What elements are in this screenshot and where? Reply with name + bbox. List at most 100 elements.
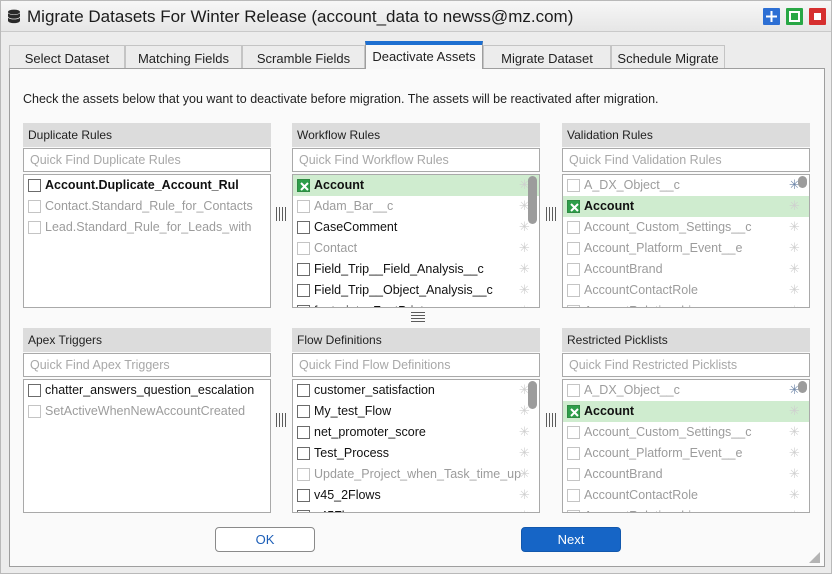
- list-item[interactable]: Account ✳: [563, 401, 809, 422]
- list-item[interactable]: AccountContactRole ✳: [563, 485, 809, 506]
- tab-scramble-fields[interactable]: Scramble Fields: [242, 45, 365, 70]
- resize-grip-icon[interactable]: [276, 207, 286, 221]
- scrollbar-thumb[interactable]: [528, 176, 537, 224]
- list-item[interactable]: customer_satisfaction ✳: [293, 380, 539, 401]
- scrollbar-thumb[interactable]: [798, 176, 807, 188]
- list-item[interactable]: Account_Platform_Event__e ✳: [563, 238, 809, 259]
- checkbox[interactable]: [297, 489, 310, 502]
- item-label: AccountBrand: [584, 262, 663, 276]
- list-item[interactable]: CaseComment ✳: [293, 217, 539, 238]
- item-label: Account: [584, 199, 634, 213]
- vertical-scrollbar[interactable]: [526, 176, 538, 306]
- list-item[interactable]: Field_Trip__Object_Analysis__c ✳: [293, 280, 539, 301]
- checkbox[interactable]: [297, 447, 310, 460]
- list-item[interactable]: Field_Trip__Field_Analysis__c ✳: [293, 259, 539, 280]
- list-item[interactable]: Account ✳: [293, 175, 539, 196]
- item-label: AccountContactRole: [584, 283, 698, 297]
- apex-triggers-search-input[interactable]: Quick Find Apex Triggers: [23, 353, 271, 377]
- list-item[interactable]: net_promoter_score ✳: [293, 422, 539, 443]
- resize-grip-icon[interactable]: [276, 413, 286, 427]
- workflow-rules-search-input[interactable]: Quick Find Workflow Rules: [292, 148, 540, 172]
- list-item[interactable]: A_DX_Object__c ✳: [563, 175, 809, 196]
- tab-schedule-migrate[interactable]: Schedule Migrate: [611, 45, 725, 70]
- resize-grip-icon[interactable]: [546, 207, 556, 221]
- tab-select-dataset[interactable]: Select Dataset: [9, 45, 125, 70]
- item-label: Account_Custom_Settings__c: [584, 220, 752, 234]
- list-item[interactable]: Contact.Standard_Rule_for_Contacts: [24, 196, 270, 217]
- vertical-scrollbar[interactable]: [796, 176, 808, 306]
- tab-label: Schedule Migrate: [617, 51, 719, 66]
- list-item[interactable]: v45Flow✳: [293, 506, 539, 512]
- list-item[interactable]: AccountRelationship✳: [563, 301, 809, 307]
- list-item[interactable]: SetActiveWhenNewAccountCreated: [24, 401, 270, 422]
- checkbox: [567, 179, 580, 192]
- checkbox[interactable]: [28, 179, 41, 192]
- flow-definitions-search-input[interactable]: Quick Find Flow Definitions: [292, 353, 540, 377]
- scrollbar-thumb[interactable]: [798, 381, 807, 393]
- flow-definitions-list: customer_satisfaction ✳ My_test_Flow ✳ net_p…: [292, 379, 540, 513]
- checkbox: [297, 468, 310, 481]
- list-item[interactable]: Contact ✳: [293, 238, 539, 259]
- list-item[interactable]: My_test_Flow ✳: [293, 401, 539, 422]
- vertical-scrollbar[interactable]: [526, 381, 538, 511]
- row-resize-grip-icon[interactable]: [411, 312, 425, 322]
- checkbox[interactable]: [297, 305, 310, 307]
- list-item[interactable]: Account ✳: [563, 196, 809, 217]
- tab-label: Scramble Fields: [256, 51, 351, 66]
- workflow-rules-list: Account ✳ Adam_Bar__c ✳ CaseComment ✳ Contact ✳…: [292, 174, 540, 308]
- list-item[interactable]: Test_Process ✳: [293, 443, 539, 464]
- checked-checkbox[interactable]: [567, 405, 580, 418]
- checkbox[interactable]: [297, 384, 310, 397]
- apex-triggers-panel: Apex Triggers Quick Find Apex Triggers cha…: [23, 328, 271, 513]
- list-item[interactable]: Account_Platform_Event__e ✳: [563, 443, 809, 464]
- close-button[interactable]: [809, 8, 826, 25]
- checked-checkbox[interactable]: [567, 200, 580, 213]
- item-label: Adam_Bar__c: [314, 199, 394, 213]
- scrollbar-thumb[interactable]: [528, 381, 537, 409]
- list-item[interactable]: v45_2Flows ✳: [293, 485, 539, 506]
- title-bar[interactable]: Migrate Datasets For Winter Release (acc…: [1, 1, 831, 32]
- tab-deactivate-assets[interactable]: Deactivate Assets: [365, 41, 483, 69]
- checkbox[interactable]: [297, 284, 310, 297]
- list-item[interactable]: Account_Custom_Settings__c ✳: [563, 217, 809, 238]
- tab-label: Matching Fields: [137, 51, 230, 66]
- list-item[interactable]: chatter_answers_question_escalation: [24, 380, 270, 401]
- item-label: CaseComment: [314, 220, 398, 234]
- checkbox[interactable]: [28, 384, 41, 397]
- list-item[interactable]: Account_Custom_Settings__c ✳: [563, 422, 809, 443]
- migrate-dialog: Migrate Datasets For Winter Release (acc…: [0, 0, 832, 574]
- flow-definitions-panel: Flow Definitions Quick Find Flow Definiti…: [292, 328, 540, 513]
- list-item[interactable]: A_DX_Object__c ✳: [563, 380, 809, 401]
- item-label: Field_Trip__Object_Analysis__c: [314, 283, 493, 297]
- ok-button[interactable]: OK: [215, 527, 315, 552]
- window-resize-icon[interactable]: [807, 550, 821, 564]
- checkbox[interactable]: [297, 426, 310, 439]
- list-item[interactable]: Lead.Standard_Rule_for_Leads_with: [24, 217, 270, 238]
- list-item[interactable]: AccountRelationship✳: [563, 506, 809, 512]
- tab-matching-fields[interactable]: Matching Fields: [125, 45, 242, 70]
- list-item[interactable]: Adam_Bar__c ✳: [293, 196, 539, 217]
- checkbox[interactable]: [297, 263, 310, 276]
- list-item[interactable]: Account.Duplicate_Account_Rul: [24, 175, 270, 196]
- vertical-scrollbar[interactable]: [796, 381, 808, 511]
- list-item[interactable]: AccountBrand ✳: [563, 464, 809, 485]
- checkbox[interactable]: [297, 221, 310, 234]
- list-item[interactable]: footprint__FootPrint__c✳: [293, 301, 539, 307]
- list-item[interactable]: AccountBrand ✳: [563, 259, 809, 280]
- validation-rules-search-input[interactable]: Quick Find Validation Rules: [562, 148, 810, 172]
- tab-migrate-dataset[interactable]: Migrate Dataset: [483, 45, 611, 70]
- checkbox[interactable]: [297, 510, 310, 512]
- item-label: AccountRelationship: [584, 509, 698, 512]
- plus-button[interactable]: [763, 8, 780, 25]
- duplicate-rules-search-input[interactable]: Quick Find Duplicate Rules: [23, 148, 271, 172]
- duplicate-rules-list: Account.Duplicate_Account_Rul Contact.Sta…: [23, 174, 271, 308]
- checkbox[interactable]: [297, 405, 310, 418]
- list-item[interactable]: AccountContactRole ✳: [563, 280, 809, 301]
- resize-grip-icon[interactable]: [546, 413, 556, 427]
- maximize-button[interactable]: [786, 8, 803, 25]
- next-button[interactable]: Next: [521, 527, 621, 552]
- restricted-picklists-search-input[interactable]: Quick Find Restricted Picklists: [562, 353, 810, 377]
- maximize-icon: [789, 11, 800, 22]
- checked-checkbox[interactable]: [297, 179, 310, 192]
- list-item[interactable]: Update_Project_when_Task_time_up ✳: [293, 464, 539, 485]
